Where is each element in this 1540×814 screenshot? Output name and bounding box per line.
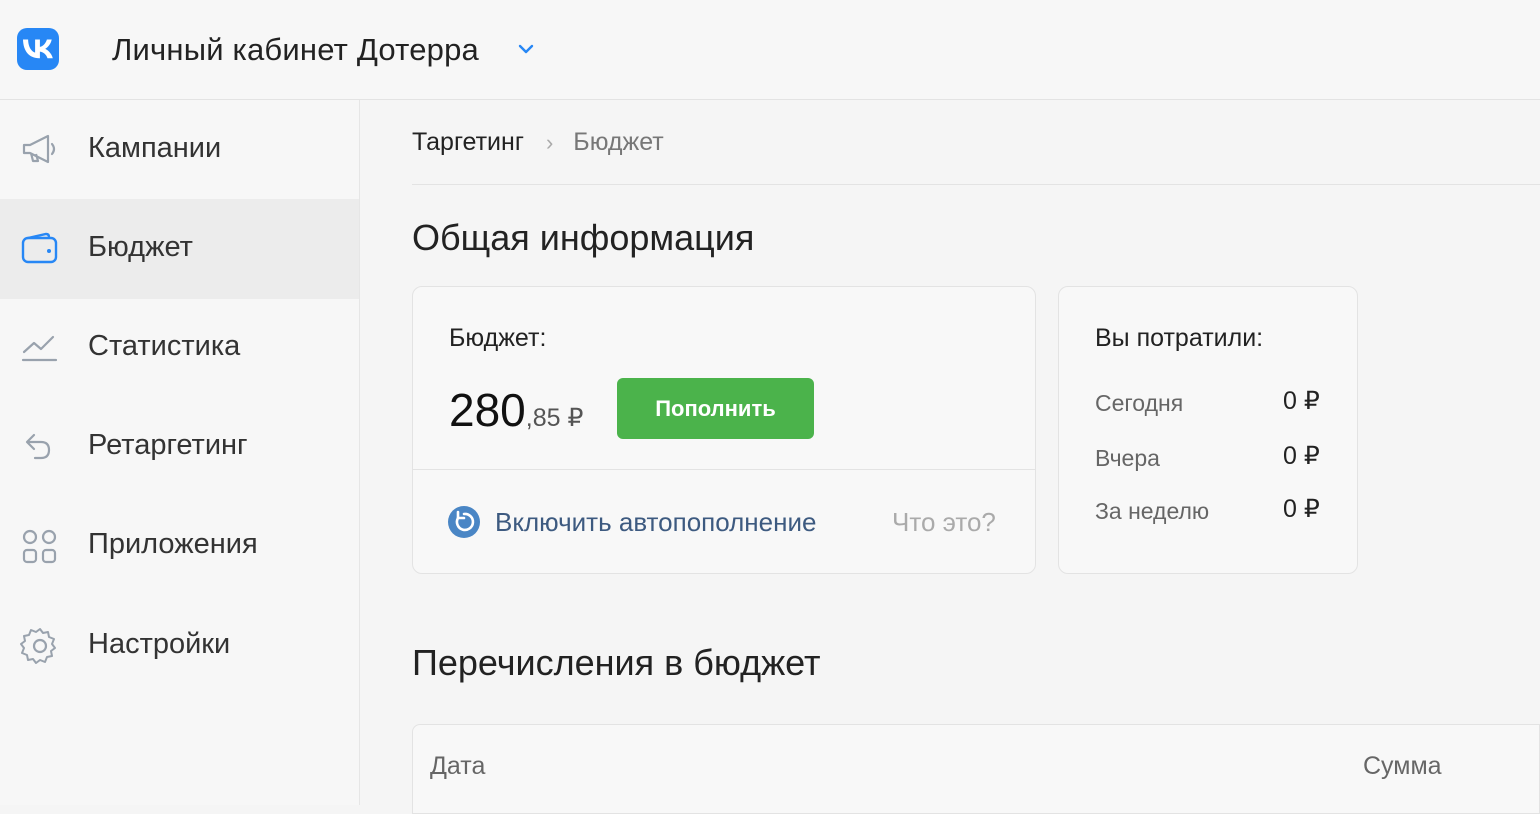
sidebar-item-label: Статистика	[88, 330, 241, 362]
spent-card: Вы потратили: Сегодня 0 ₽ Вчера 0 ₽ За н…	[1058, 286, 1358, 574]
budget-card: Бюджет: 280,85 ₽ Пополнить Включить авто…	[412, 286, 1036, 574]
autotopup-link[interactable]: Включить автопополнение	[495, 504, 816, 540]
account-title[interactable]: Личный кабинет Дотерра	[112, 30, 479, 70]
sidebar-item-budget[interactable]: Бюджет	[0, 199, 359, 299]
breadcrumb-parent[interactable]: Таргетинг	[412, 128, 524, 156]
sidebar-item-label: Ретаргетинг	[88, 429, 248, 461]
gear-icon	[20, 628, 56, 664]
spent-row-label: Сегодня	[1095, 390, 1184, 416]
vk-logo-icon[interactable]	[17, 28, 59, 70]
chevron-right-icon: ›	[545, 130, 554, 155]
breadcrumb: Таргетинг › Бюджет	[412, 122, 664, 162]
spent-row-label: Вчера	[1095, 445, 1160, 471]
sidebar-item-label: Кампании	[88, 132, 222, 164]
column-header-date[interactable]: Дата	[430, 751, 485, 781]
sidebar-item-apps[interactable]: Приложения	[0, 496, 359, 596]
sidebar-item-settings[interactable]: Настройки	[0, 596, 359, 696]
wallet-icon	[21, 232, 58, 264]
what-is-this-link[interactable]: Что это?	[892, 504, 996, 540]
section-title-transfers: Перечисления в бюджет	[412, 642, 821, 683]
sidebar-item-label: Приложения	[88, 528, 258, 560]
spent-row-value: 0 ₽	[1283, 495, 1320, 523]
breadcrumb-current: Бюджет	[573, 128, 664, 156]
sidebar-item-statistics[interactable]: Статистика	[0, 298, 359, 398]
chevron-down-icon[interactable]	[515, 38, 537, 60]
sidebar-item-retargeting[interactable]: Ретаргетинг	[0, 397, 359, 497]
sidebar-item-label: Настройки	[88, 628, 231, 660]
divider	[412, 184, 1540, 185]
spent-row-value: 0 ₽	[1283, 387, 1320, 415]
spent-row-label: За неделю	[1095, 498, 1210, 524]
undo-arrow-icon	[25, 433, 51, 460]
spent-row-value: 0 ₽	[1283, 442, 1320, 470]
transfers-table: Дата Сумма	[412, 724, 1540, 814]
sidebar: Кампании Бюджет Статистика Ретаргетинг П…	[0, 100, 360, 805]
autotopup-icon[interactable]	[447, 505, 481, 539]
budget-amount-fraction: ,85 ₽	[525, 404, 584, 432]
main-content: Таргетинг › Бюджет Общая информация Бюджет…	[360, 100, 1540, 814]
top-header: Личный кабинет Дотерра	[0, 0, 1540, 100]
sidebar-item-campaigns[interactable]: Кампании	[0, 100, 359, 200]
budget-label: Бюджет:	[449, 324, 547, 352]
sidebar-item-label: Бюджет	[88, 231, 193, 263]
chart-icon	[21, 335, 58, 362]
budget-amount: 280,85 ₽	[449, 385, 583, 447]
section-title-general: Общая информация	[412, 217, 755, 258]
topup-button[interactable]: Пополнить	[617, 378, 814, 439]
spent-label: Вы потратили:	[1095, 324, 1264, 352]
column-header-sum[interactable]: Сумма	[1363, 751, 1442, 781]
apps-grid-icon	[22, 529, 57, 564]
megaphone-icon	[22, 134, 56, 164]
divider	[413, 469, 1035, 470]
budget-amount-integer: 280	[449, 384, 526, 436]
